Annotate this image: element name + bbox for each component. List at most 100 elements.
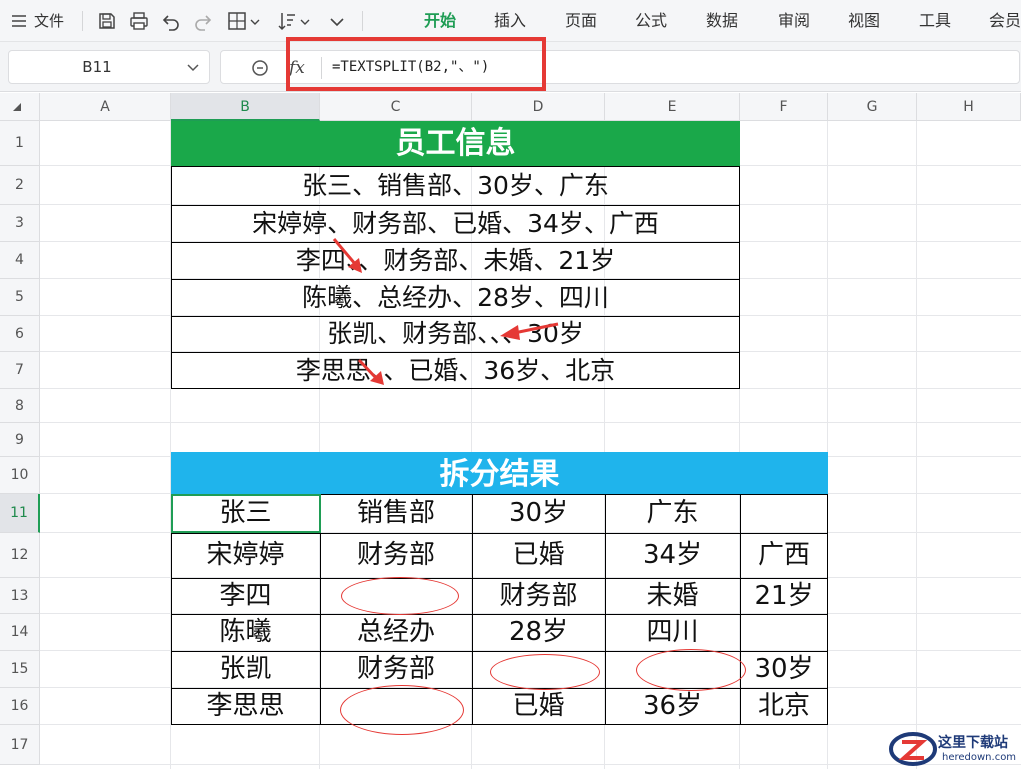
table-border [171, 533, 828, 534]
tab-formulas[interactable]: 公式 [635, 0, 667, 42]
table-border [171, 578, 828, 579]
table-cell[interactable]: 李四 [171, 578, 320, 614]
tab-insert[interactable]: 插入 [494, 0, 526, 42]
table-cell[interactable]: 30岁 [472, 494, 605, 533]
select-all-corner[interactable] [0, 93, 40, 121]
tab-page[interactable]: 页面 [565, 0, 597, 42]
table-cell[interactable]: 36岁 [605, 688, 740, 725]
table-title[interactable]: 员工信息 [171, 121, 740, 166]
column-header-g[interactable]: G [828, 93, 917, 121]
chevron-down-icon[interactable] [248, 10, 262, 32]
row-header-1[interactable]: 1 [0, 121, 40, 166]
borders-icon[interactable] [226, 10, 248, 32]
site-logo-icon [889, 732, 937, 766]
table-border [827, 494, 828, 725]
column-header-e[interactable]: E [605, 93, 740, 121]
table-row[interactable]: 张凯、财务部、、、30岁 [171, 316, 740, 352]
gridline [40, 422, 1021, 423]
row-header-4[interactable]: 4 [0, 242, 40, 279]
table-cell[interactable]: 总经办 [320, 614, 472, 651]
table-row[interactable]: 陈曦、总经办、28岁、四川 [171, 279, 740, 316]
table-cell[interactable]: 已婚 [472, 533, 605, 578]
table-border [171, 724, 828, 725]
row-header-13[interactable]: 13 [0, 578, 40, 614]
table-row[interactable]: 李思思、、已婚、36岁、北京 [171, 352, 740, 389]
row-header-16[interactable]: 16 [0, 688, 40, 725]
divider [82, 11, 83, 31]
tab-home[interactable]: 开始 [424, 0, 456, 42]
chevron-down-icon[interactable] [185, 59, 201, 75]
table-row[interactable]: 张三、销售部、30岁、广东 [171, 166, 740, 205]
sort-icon[interactable] [276, 10, 298, 32]
column-header-h[interactable]: H [917, 93, 1021, 121]
table-cell[interactable] [740, 614, 828, 651]
table-cell[interactable]: 未婚 [605, 578, 740, 614]
row-header-12[interactable]: 12 [0, 533, 40, 578]
table-title[interactable]: 拆分结果 [171, 452, 828, 494]
column-header-f[interactable]: F [740, 93, 828, 121]
table-row[interactable]: 宋婷婷、财务部、已婚、34岁、广西 [171, 205, 740, 242]
row-header-3[interactable]: 3 [0, 205, 40, 242]
column-header-c[interactable]: C [320, 93, 472, 121]
empty-cell-circle [340, 685, 464, 735]
table-cell[interactable]: 30岁 [740, 651, 828, 688]
red-arrow-annotation [357, 358, 384, 385]
table-cell[interactable]: 财务部 [472, 578, 605, 614]
undo-icon[interactable] [160, 10, 182, 32]
table-cell[interactable]: 28岁 [472, 614, 605, 651]
table-cell[interactable]: 34岁 [605, 533, 740, 578]
active-cell[interactable] [171, 494, 321, 533]
divider [362, 11, 363, 31]
chevron-down-icon[interactable] [298, 10, 312, 32]
save-icon[interactable] [96, 10, 118, 32]
empty-cell-circle [341, 577, 459, 615]
row-header-11[interactable]: 11 [0, 494, 40, 533]
row-header-14[interactable]: 14 [0, 614, 40, 651]
table-cell[interactable]: 广西 [740, 533, 828, 578]
watermark: 这里下载站 heredown.com [880, 728, 1021, 769]
table-cell[interactable]: 北京 [740, 688, 828, 725]
table-cell[interactable] [740, 494, 828, 533]
more-options-chevron-icon[interactable] [326, 10, 348, 32]
table-cell[interactable]: 李思思 [171, 688, 320, 725]
column-header-a[interactable]: A [40, 93, 171, 121]
row-header-9[interactable]: 9 [0, 423, 40, 457]
name-box[interactable]: B11 [8, 50, 210, 84]
table-cell[interactable]: 陈曦 [171, 614, 320, 651]
row-header-2[interactable]: 2 [0, 166, 40, 205]
table-cell[interactable]: 张凯 [171, 651, 320, 688]
table-border [605, 494, 606, 725]
table-row[interactable]: 李四、、财务部、未婚、21岁 [171, 242, 740, 279]
table-cell[interactable]: 财务部 [320, 651, 472, 688]
table-cell[interactable]: 已婚 [472, 688, 605, 725]
table-cell[interactable]: 四川 [605, 614, 740, 651]
file-menu[interactable]: 文件 [34, 0, 64, 42]
table-cell[interactable]: 财务部 [320, 533, 472, 578]
tab-member[interactable]: 会员 [989, 0, 1021, 42]
redo-icon[interactable] [192, 10, 214, 32]
row-header-5[interactable]: 5 [0, 279, 40, 316]
row-header-8[interactable]: 8 [0, 389, 40, 423]
row-header-15[interactable]: 15 [0, 651, 40, 688]
row-header-17[interactable]: 17 [0, 725, 40, 765]
tab-tools[interactable]: 工具 [919, 0, 951, 42]
row-header-10[interactable]: 10 [0, 457, 40, 494]
tab-review[interactable]: 审阅 [778, 0, 810, 42]
table-border [171, 166, 740, 167]
tab-view[interactable]: 视图 [848, 0, 880, 42]
empty-cell-circle [490, 654, 600, 690]
column-header-b[interactable]: B [171, 93, 320, 121]
row-header-7[interactable]: 7 [0, 352, 40, 389]
hamburger-menu-icon[interactable] [8, 10, 30, 32]
tab-data[interactable]: 数据 [706, 0, 738, 42]
menu-bar: 文件 开始 插入 页面 公式 数据 审阅 视图 工具 会员 [0, 0, 1021, 42]
column-header-d[interactable]: D [472, 93, 605, 121]
row-header-6[interactable]: 6 [0, 316, 40, 352]
print-icon[interactable] [128, 10, 150, 32]
table-cell[interactable]: 销售部 [320, 494, 472, 533]
table-cell[interactable]: 广东 [605, 494, 740, 533]
table-cell[interactable]: 宋婷婷 [171, 533, 320, 578]
table-border [739, 166, 740, 389]
table-cell[interactable]: 21岁 [740, 578, 828, 614]
zoom-icon[interactable] [249, 57, 271, 79]
